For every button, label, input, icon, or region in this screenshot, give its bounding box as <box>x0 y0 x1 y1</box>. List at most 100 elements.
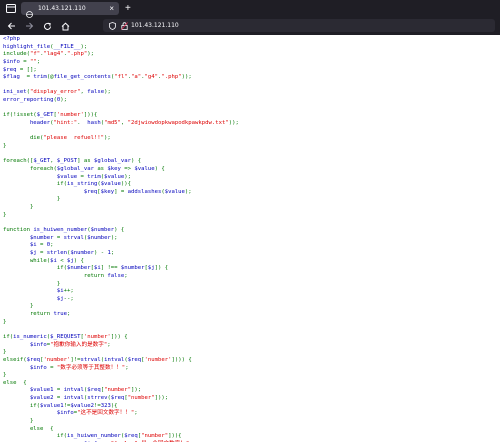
code-line: $info = ""; <box>3 59 239 67</box>
code-token: $key <box>100 188 115 195</box>
code-token: ); <box>124 173 132 180</box>
code-token: = <box>23 58 30 65</box>
code-token: $req <box>26 356 41 363</box>
code-token: $value <box>104 173 125 180</box>
code-token: $info <box>3 410 74 417</box>
back-icon[interactable] <box>4 19 18 33</box>
code-token: ; <box>50 242 54 249</box>
code-token: $value <box>100 181 121 188</box>
code-token: < <box>60 257 68 264</box>
code-token: ])); <box>154 395 169 402</box>
code-token: $_GET <box>33 158 51 165</box>
tab-title: 101.43.121.110 <box>38 5 86 12</box>
code-token: $value2 <box>70 402 94 409</box>
code-token: include( <box>3 51 30 58</box>
code-token: hash <box>87 120 101 127</box>
code-token: foreach([ <box>3 158 34 165</box>
close-icon[interactable]: × <box>109 3 114 14</box>
code-token: trim <box>33 74 47 81</box>
active-tab[interactable]: 101.43.121.110 × <box>21 2 119 18</box>
code-token: "md5" <box>104 120 121 127</box>
code-line: if(!isset($_GET['number'])){ <box>3 112 239 120</box>
code-token: ])) { <box>110 333 128 340</box>
code-token: $value <box>134 165 155 172</box>
code-line: $flag = trim(@file_get_contents("fl"."a"… <box>3 74 239 82</box>
code-token: "fl" <box>114 74 128 81</box>
code-token: $global_var <box>56 165 98 172</box>
code-line: $info = "数字必须等于其整数！！"; <box>3 365 239 373</box>
code-token: $_POST <box>56 158 78 165</box>
code-token: if(!isset( <box>3 112 37 119</box>
code-token: "lag4" <box>43 51 64 58</box>
code-token: != <box>93 402 101 409</box>
code-token: $j <box>3 295 64 302</box>
browser-icon[interactable] <box>4 2 18 16</box>
forward-icon[interactable] <box>22 19 36 33</box>
code-token: "hint:" <box>53 120 78 127</box>
code-token: ); <box>104 135 111 142</box>
code-token: $j <box>147 265 155 272</box>
code-token: ] = <box>114 188 128 195</box>
code-line: $req[$key] = addslashes($value); <box>3 189 239 197</box>
home-icon[interactable] <box>58 19 72 33</box>
code-token: "g4" <box>144 74 159 81</box>
code-token: strval <box>80 356 101 363</box>
code-token: ]))) { <box>171 356 192 363</box>
shield-icon[interactable] <box>109 21 116 30</box>
code-token: ; <box>107 341 111 348</box>
code-token: $value <box>3 173 81 180</box>
code-token: ) { <box>131 158 142 165</box>
code-token: is_huiwen_number <box>33 227 88 234</box>
code-token: "please refuel!!" <box>43 135 105 142</box>
reload-icon[interactable] <box>40 19 54 33</box>
new-tab-icon[interactable]: + <box>125 2 131 15</box>
code-token: } <box>3 211 7 218</box>
code-line: } <box>3 143 239 151</box>
code-token: ]!= <box>70 356 81 363</box>
code-token: return <box>3 272 108 279</box>
code-line: } <box>3 281 239 289</box>
code-token: $number <box>87 234 111 241</box>
code-token: } <box>3 349 7 356</box>
code-token: 'number' <box>83 333 111 340</box>
code-token: . <box>77 120 88 127</box>
code-line: $value = trim($value); <box>3 174 239 182</box>
code-token: $global_var <box>93 158 132 165</box>
code-line: $value1 = intval($req["number"]); <box>3 387 239 395</box>
code-token: "display_error" <box>29 89 81 96</box>
code-token: "2djwiowdopkwapodkpawkpdw.txt" <box>127 120 229 127</box>
code-token: ) { <box>154 165 165 172</box>
code-line: return true; <box>3 311 239 319</box>
code-token: as <box>97 165 108 172</box>
code-token: ".php" <box>67 51 88 58</box>
code-token: } <box>3 303 34 310</box>
code-token: ); <box>104 89 111 96</box>
code-token: $key <box>107 165 125 172</box>
code-token: ; <box>125 364 129 371</box>
code-token: => <box>124 165 135 172</box>
code-line: if(is_string($value)){ <box>3 181 239 189</box>
code-token: false <box>107 272 125 279</box>
code-token: --; <box>63 295 74 302</box>
code-token: } <box>3 142 7 149</box>
url-bar[interactable]: 101.43.121.110 <box>103 19 495 32</box>
code-line: } <box>3 349 239 357</box>
code-token: file_get_contents <box>53 74 111 81</box>
browser-chrome: 101.43.121.110 × + 101.43.121.110 <box>0 0 500 35</box>
code-line: while($i < $j) { <box>3 258 239 266</box>
code-token: $number <box>67 265 91 272</box>
code-token: ])){ <box>83 112 98 119</box>
code-token: intval <box>63 395 84 402</box>
code-line: $j = strlen($number) - 1; <box>3 250 239 258</box>
tab-bar: 101.43.121.110 × + <box>0 0 500 18</box>
code-token: "数字必须等于其整数！！" <box>56 364 126 371</box>
code-line: } <box>3 196 239 204</box>
code-token: )){ <box>120 181 132 188</box>
code-token: ] as <box>77 158 94 165</box>
page-content: <?php highlight_file(__FILE__); include("f… <box>0 35 500 442</box>
lock-icon[interactable] <box>121 21 128 30</box>
source-code: <?php highlight_file(__FILE__); include("f… <box>3 36 239 442</box>
code-token: $number <box>70 249 94 256</box>
